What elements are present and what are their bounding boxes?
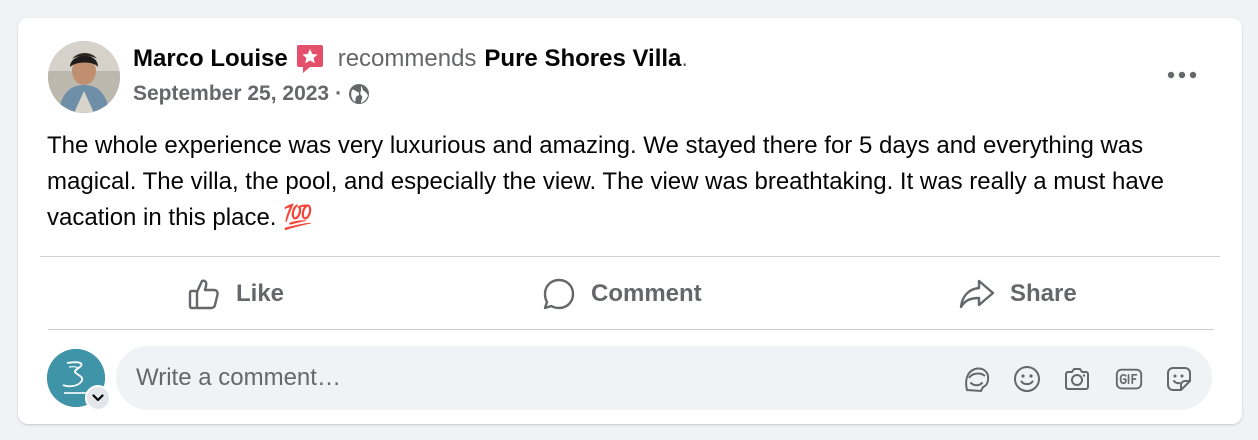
comment-label: Comment — [591, 280, 702, 307]
gif-button[interactable] — [1114, 364, 1144, 394]
comment-bubble-icon — [543, 278, 575, 310]
author-avatar[interactable] — [48, 41, 120, 113]
camera-button[interactable] — [1062, 364, 1092, 394]
post-body-text: The whole experience was very luxurious … — [47, 132, 1165, 231]
camera-icon — [1065, 368, 1089, 390]
like-button[interactable]: Like — [186, 271, 284, 317]
post-card: Marco Louise recommends Pure Shores Vill… — [18, 18, 1242, 424]
headline-period: . — [681, 45, 689, 72]
post-date[interactable]: September 25, 2023 — [133, 82, 329, 106]
emoji-button[interactable] — [1012, 364, 1042, 394]
share-arrow-icon — [959, 279, 995, 309]
avatar-sticker-button[interactable] — [962, 364, 992, 394]
comment-input[interactable] — [136, 364, 736, 392]
chevron-down-icon — [92, 394, 104, 402]
recommendation-badge-icon — [296, 44, 324, 74]
gif-icon — [1115, 368, 1143, 390]
post-body: The whole experience was very luxurious … — [47, 128, 1207, 236]
sticker-button[interactable] — [1164, 364, 1194, 394]
like-label: Like — [236, 280, 285, 307]
share-button[interactable]: Share — [958, 271, 1077, 317]
avatar-sticker-icon — [965, 367, 990, 393]
author-name[interactable]: Marco Louise — [133, 45, 288, 73]
post-meta: September 25, 2023 · — [133, 82, 370, 106]
divider — [40, 256, 1220, 257]
more-dots-icon — [1167, 71, 1197, 79]
meta-separator: · — [335, 82, 343, 105]
account-switcher-button[interactable] — [85, 385, 111, 411]
sticker-icon — [1167, 367, 1191, 391]
post-headline: Marco Louise recommends Pure Shores Vill… — [133, 44, 688, 74]
globe-icon[interactable] — [348, 83, 370, 105]
comment-composer — [116, 346, 1212, 410]
divider — [48, 329, 1214, 330]
emoji-icon — [1014, 366, 1040, 392]
comment-button[interactable]: Comment — [541, 271, 702, 317]
recommends-text: recommends — [337, 45, 477, 72]
share-label: Share — [1010, 280, 1077, 307]
hundred-points-emoji: 💯 — [283, 204, 314, 231]
page-name-link[interactable]: Pure Shores Villa — [484, 45, 681, 73]
more-options-button[interactable] — [1164, 64, 1200, 86]
thumbs-up-icon — [188, 279, 219, 310]
